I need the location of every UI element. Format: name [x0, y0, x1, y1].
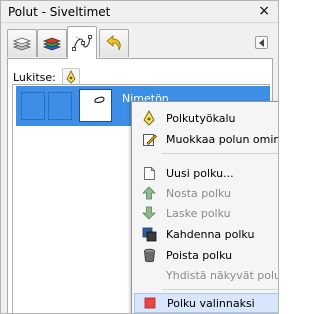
dock-tab-strip	[1, 23, 278, 59]
edit-attributes-icon	[141, 131, 157, 147]
tab-menu-button[interactable]	[255, 36, 268, 49]
menu-item-path-to-selection[interactable]: Polku valinnaksi	[134, 293, 278, 313]
menu-item-delete-path[interactable]: Poista polku	[134, 245, 278, 265]
menu-separator	[162, 153, 278, 154]
trash-icon	[141, 247, 157, 263]
menu-item-label: Poista polku	[166, 248, 233, 262]
menu-item-raise-path[interactable]: Nosta polku	[134, 183, 278, 203]
layers-icon	[12, 37, 32, 50]
menu-item-label: Nosta polku	[166, 186, 232, 200]
title-bar: Polut - Siveltimet ×	[1, 1, 278, 23]
path-lock-icon	[66, 70, 76, 84]
duplicate-icon	[141, 226, 157, 242]
channels-icon	[42, 37, 62, 50]
paths-dock-panel: Polut - Siveltimet × Lukitse: Nimetön Po…	[0, 0, 279, 314]
menu-item-label: Polkutyökalu	[166, 111, 236, 125]
menu-item-duplicate-path[interactable]: Kahdenna polku	[134, 224, 278, 244]
menu-item-label: Kahdenna polku	[166, 227, 255, 241]
menu-item-new-path[interactable]: Uusi polku...	[134, 163, 278, 183]
path-to-selection-icon	[142, 295, 158, 311]
menu-item-path-tool[interactable]: Polkutyökalu	[134, 108, 278, 128]
arrow-up-icon	[141, 185, 157, 201]
tab-undo-history[interactable]	[99, 29, 129, 57]
menu-item-label: Yhdistä näkyvät polut	[166, 268, 279, 282]
window-title: Polut - Siveltimet	[8, 5, 111, 19]
menu-item-label: Polku valinnaksi	[167, 296, 255, 310]
paths-context-menu: Polkutyökalu Muokkaa polun ominaisuuksia…	[131, 101, 279, 313]
paths-icon	[72, 35, 92, 51]
visibility-toggle[interactable]	[21, 92, 45, 120]
menu-item-label: Muokkaa polun ominaisuuksia	[166, 132, 278, 146]
empty-icon-slot	[141, 267, 157, 283]
path-thumbnail	[79, 89, 112, 122]
arrow-down-icon	[141, 205, 157, 221]
chain-toggle[interactable]	[48, 92, 72, 120]
menu-item-merge-visible[interactable]: Yhdistä näkyvät polut	[134, 265, 279, 285]
menu-separator	[162, 289, 278, 290]
undo-history-icon	[106, 34, 121, 50]
tab-paths[interactable]	[67, 26, 97, 59]
path-tool-icon	[141, 110, 157, 126]
menu-item-edit-attributes[interactable]: Muokkaa polun ominaisuuksia	[134, 129, 278, 149]
lock-label: Lukitse:	[13, 70, 56, 84]
menu-item-label: Uusi polku...	[166, 166, 234, 180]
menu-item-lower-path[interactable]: Laske polku	[134, 203, 278, 223]
menu-item-label: Laske polku	[166, 206, 231, 220]
close-icon[interactable]: ×	[258, 3, 270, 19]
new-page-icon	[141, 165, 157, 181]
tab-layers[interactable]	[7, 29, 37, 57]
tab-channels[interactable]	[37, 29, 67, 57]
